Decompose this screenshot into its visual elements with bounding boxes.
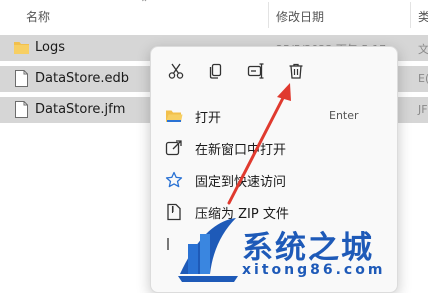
column-type-header[interactable]: 类 bbox=[418, 8, 428, 25]
watermark-title: 系统之城 bbox=[242, 230, 374, 266]
copy-button[interactable] bbox=[202, 57, 230, 85]
sort-ascending-icon: ⌃ bbox=[140, 0, 149, 9]
file-name: Logs bbox=[35, 40, 65, 55]
menu-item-shortcut: Enter bbox=[329, 109, 359, 122]
folder-icon bbox=[14, 42, 29, 54]
column-name-header[interactable]: 名称 bbox=[26, 8, 50, 25]
column-header: 名称 ⌃ 修改日期 类 bbox=[0, 0, 428, 30]
copy-icon bbox=[209, 63, 222, 79]
delete-icon bbox=[289, 63, 303, 79]
star-icon bbox=[165, 171, 183, 188]
file-icon bbox=[15, 101, 28, 118]
file-type: 文 bbox=[418, 43, 428, 56]
column-divider[interactable] bbox=[410, 2, 411, 28]
menu-item-label: 在新窗口中打开 bbox=[195, 143, 287, 158]
menu-item-label: 固定到快速访问 bbox=[195, 175, 287, 190]
watermark-url: xitong86.com bbox=[242, 262, 386, 278]
watermark-logo bbox=[178, 218, 238, 282]
menu-item-label: 打开 bbox=[195, 111, 222, 126]
file-name: DataStore.jfm bbox=[35, 102, 126, 117]
rename-button[interactable] bbox=[242, 57, 270, 85]
folder-open-icon bbox=[166, 110, 183, 122]
menu-item-pin-quick-access[interactable]: 固定到快速访问 bbox=[151, 164, 397, 196]
column-divider[interactable] bbox=[268, 2, 269, 28]
menu-item-open[interactable]: 打开 Enter bbox=[151, 100, 397, 132]
cut-button[interactable] bbox=[162, 57, 190, 85]
file-type: E( bbox=[418, 72, 428, 85]
column-date-header[interactable]: 修改日期 bbox=[276, 8, 324, 25]
file-icon bbox=[15, 70, 28, 87]
rename-icon bbox=[247, 63, 264, 79]
cut-icon bbox=[168, 63, 184, 79]
file-name: DataStore.edb bbox=[35, 71, 130, 86]
file-type: JF bbox=[418, 103, 428, 116]
new-window-icon bbox=[165, 140, 182, 156]
delete-button[interactable] bbox=[282, 57, 310, 85]
watermark: 系统之城 xitong86.com bbox=[170, 212, 428, 285]
menu-item-open-new-window[interactable]: 在新窗口中打开 bbox=[151, 132, 397, 164]
